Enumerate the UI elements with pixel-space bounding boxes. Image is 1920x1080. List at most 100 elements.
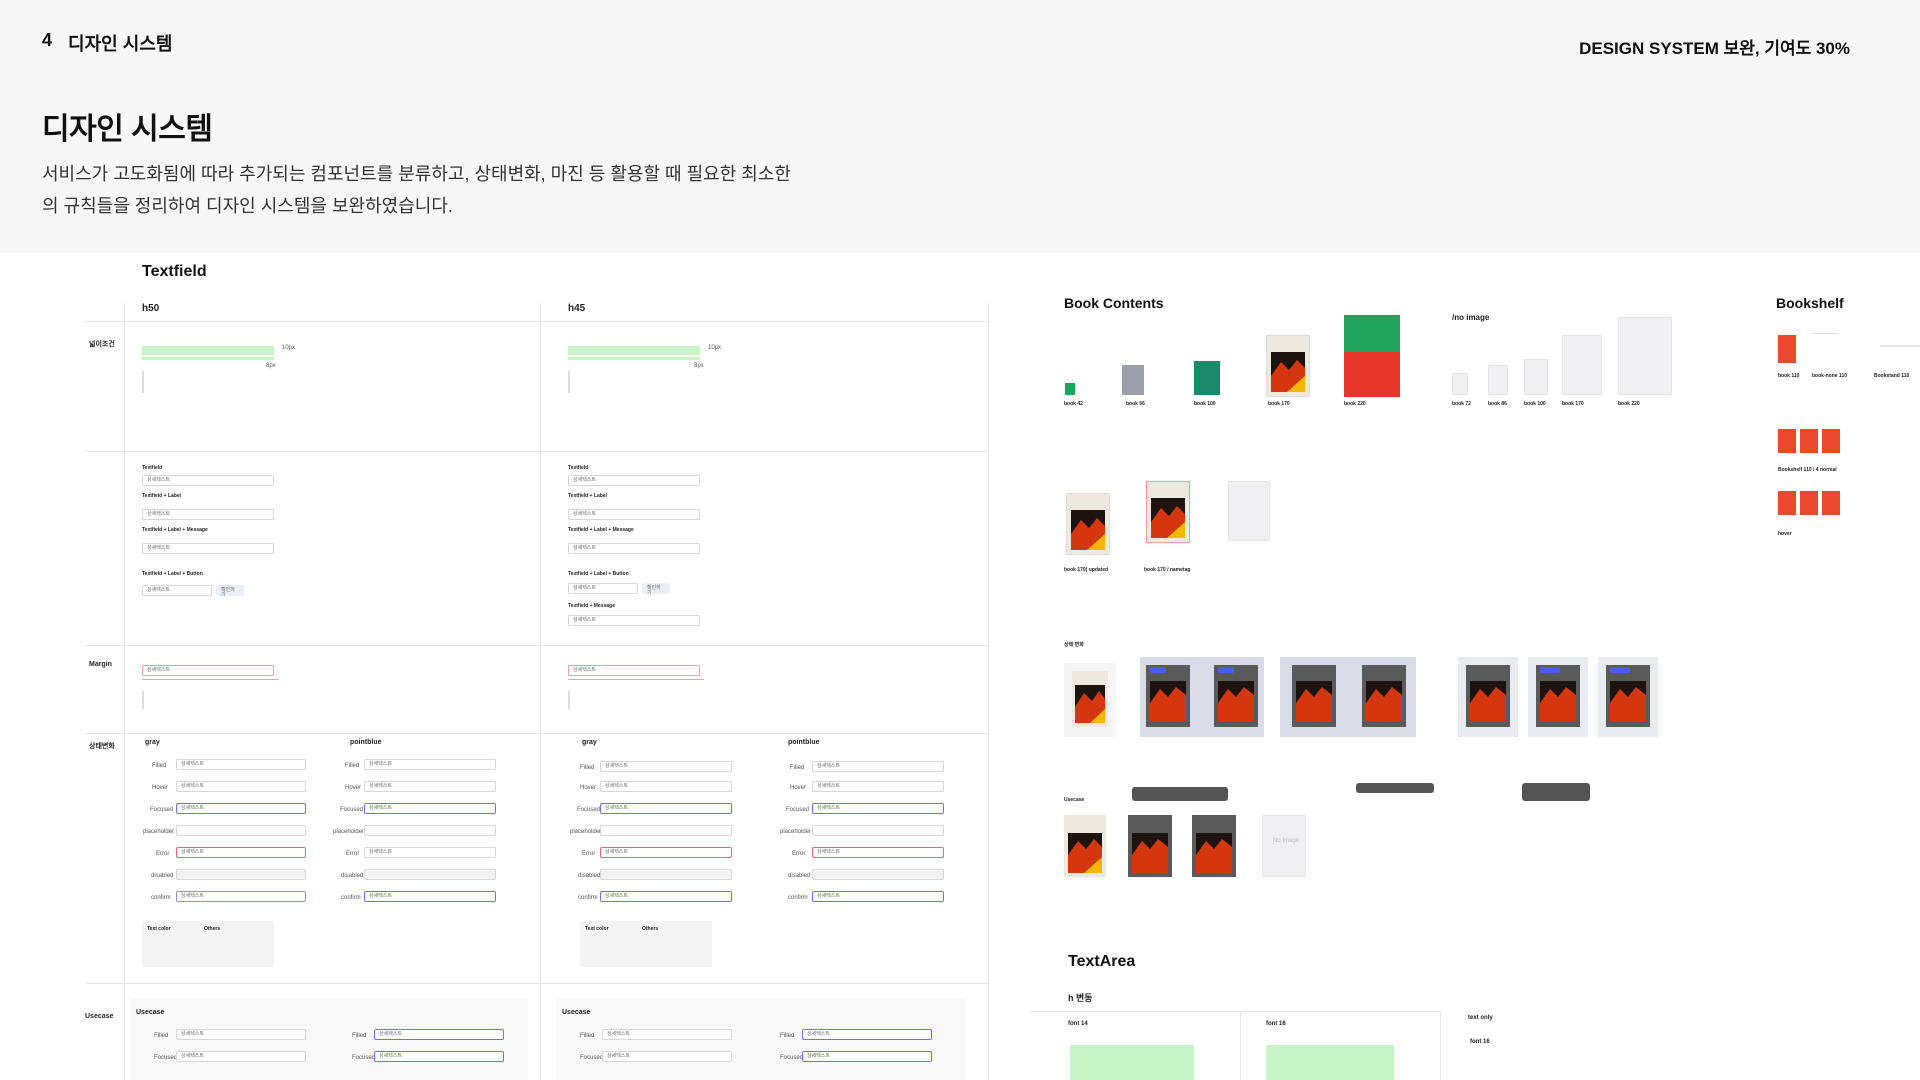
textfield-sample[interactable]: 상세텍스트 [142, 543, 274, 554]
state-field-filled[interactable]: 상세텍스트 [600, 761, 732, 772]
state-label: Focused [780, 1055, 804, 1061]
state-field-disabled [176, 869, 306, 880]
state-label: Filled [780, 1033, 795, 1039]
no-image-cover [1618, 317, 1672, 395]
textarea-col-3-font: font 16 [1470, 1039, 1490, 1045]
textarea-title: TextArea [1068, 953, 1136, 970]
state-field-hover[interactable]: 상세텍스트 [812, 781, 944, 792]
usecase-title: Usecase [1064, 797, 1085, 803]
textfield-sample[interactable]: 상세텍스트 [142, 509, 274, 520]
bookstand [1880, 345, 1920, 347]
usecase-field[interactable]: 상세텍스트 [374, 1029, 504, 1040]
grid-line [85, 321, 988, 322]
state-field-confirm[interactable]: 상세텍스트 [812, 891, 944, 902]
textarea-sample[interactable] [1070, 1045, 1194, 1080]
usecase-field[interactable]: 상세텍스트 [802, 1051, 932, 1062]
textfield-sample[interactable]: 상세텍스트 [568, 543, 700, 554]
state-field-focused[interactable]: 상세텍스트 [176, 803, 306, 814]
confirm-button[interactable]: 확인하기 [216, 585, 244, 598]
variant-label: Textfield + Label + Button [142, 571, 203, 577]
book-cover-updated [1066, 493, 1110, 555]
page-description: 서비스가 고도화됨에 따라 추가되는 컴포넌트를 분류하고, 상태변화, 마진 … [42, 158, 842, 222]
no-image-cover [1488, 365, 1508, 395]
variant-label: book 170 / nametag [1144, 567, 1191, 573]
state-field-error[interactable]: 상세텍스트 [176, 847, 306, 858]
usecase-field[interactable]: 상세텍스트 [176, 1051, 306, 1062]
book-cover-220 [1344, 315, 1400, 397]
state-field-hover[interactable]: 상세텍스트 [600, 781, 732, 792]
textfield-sample[interactable]: 상세텍스트 [142, 475, 274, 486]
bookshelf-book [1800, 429, 1818, 453]
usecase-field[interactable]: 상세텍스트 [602, 1029, 732, 1040]
state-field-confirm[interactable]: 상세텍스트 [600, 891, 732, 902]
textfield-sample[interactable]: 상세텍스트 [568, 583, 638, 594]
state-field-hover[interactable]: 상세텍스트 [364, 781, 496, 792]
bookshelf-label: book-none 110 [1812, 373, 1848, 379]
state-field-error[interactable]: 상세텍스트 [600, 847, 732, 858]
state-field-placeholder[interactable] [176, 825, 306, 836]
size-label: book 72 [1452, 401, 1471, 407]
textarea-sample[interactable] [1266, 1045, 1394, 1080]
spacing-highlight [568, 357, 700, 360]
state-field-disabled [812, 869, 944, 880]
no-image-text: No Image [1273, 838, 1300, 844]
state-field-hover[interactable]: 상세텍스트 [176, 781, 306, 792]
state-label: Focused [154, 1055, 178, 1061]
state-field-confirm[interactable]: 상세텍스트 [364, 891, 496, 902]
padding-label: 8px [266, 363, 276, 369]
state-field-filled[interactable]: 상세텍스트 [364, 759, 496, 770]
state-field-focused[interactable]: 상세텍스트 [600, 803, 732, 814]
textarea-subtitle: h 변동 [1068, 993, 1093, 1003]
bookshelf-label: book 110 [1778, 373, 1800, 379]
column-h45: h45 [568, 303, 586, 314]
state-field-placeholder[interactable] [364, 825, 496, 836]
textfield-sample[interactable]: 상세텍스트 [568, 615, 700, 626]
textfield-sample[interactable]: 상세텍스트 [142, 585, 212, 596]
contribution-label: DESIGN SYSTEM 보완, 기여도 30% [1579, 39, 1850, 58]
usecase-label: Usecase [562, 1009, 591, 1016]
row-margin: Margin [89, 661, 112, 668]
state-field-filled[interactable]: 상세텍스트 [176, 759, 306, 770]
textarea-col-2: font 16 [1266, 1021, 1286, 1027]
usecase-field[interactable]: 상세텍스트 [176, 1029, 306, 1040]
state-label: Focused [580, 1055, 604, 1061]
variant-label: book 170( updated [1064, 567, 1109, 573]
usecase-book-no-image: No Image [1262, 815, 1306, 877]
grid-line [540, 303, 541, 1080]
state-field-placeholder[interactable] [812, 825, 944, 836]
usecase-field[interactable]: 상세텍스트 [602, 1051, 732, 1062]
textfield-title: Textfield [142, 263, 207, 280]
variant-label: Textfield + Label [142, 493, 181, 499]
usecase-field[interactable]: 상세텍스트 [802, 1029, 932, 1040]
grid-line [85, 733, 988, 734]
state-label: Filled [345, 763, 360, 769]
state-field-error[interactable]: 상세텍스트 [364, 847, 496, 858]
state-field-error[interactable]: 상세텍스트 [812, 847, 944, 858]
state-field-focused[interactable]: 상세텍스트 [364, 803, 496, 814]
textfield-sample[interactable]: 상세텍스트 [568, 509, 700, 520]
state-label: disabled [788, 873, 811, 879]
textfield-sample[interactable]: 상세텍스트 [568, 475, 700, 486]
state-label: Focused [577, 807, 601, 813]
state-label: Error [792, 851, 806, 857]
confirm-button[interactable]: 확인하기 [642, 583, 670, 596]
state-field-focused[interactable]: 상세텍스트 [812, 803, 944, 814]
state-field-placeholder[interactable] [600, 825, 732, 836]
size-label: book 42 [1064, 401, 1083, 407]
usecase-field[interactable]: 상세텍스트 [374, 1051, 504, 1062]
size-label: book 220 [1618, 401, 1640, 407]
state-card-selected [1280, 657, 1416, 737]
book-cover-42 [1065, 383, 1075, 395]
description-line-2: 의 규칙들을 정리하여 디자인 시스템을 보완하였습니다. [42, 196, 453, 216]
size-label: book 66 [1126, 401, 1145, 407]
variant-label: Textfield + Message [568, 603, 616, 609]
note-label: Text color [147, 926, 171, 932]
state-field-confirm[interactable]: 상세텍스트 [176, 891, 306, 902]
bookshelf-empty [1812, 333, 1838, 363]
no-image-cover [1452, 373, 1468, 395]
state-field-filled[interactable]: 상세텍스트 [812, 761, 944, 772]
section-title: 디자인 시스템 [68, 34, 173, 54]
no-image-cover [1524, 359, 1548, 395]
note-label: Text color [585, 926, 609, 932]
size-label: book 170 [1562, 401, 1584, 407]
